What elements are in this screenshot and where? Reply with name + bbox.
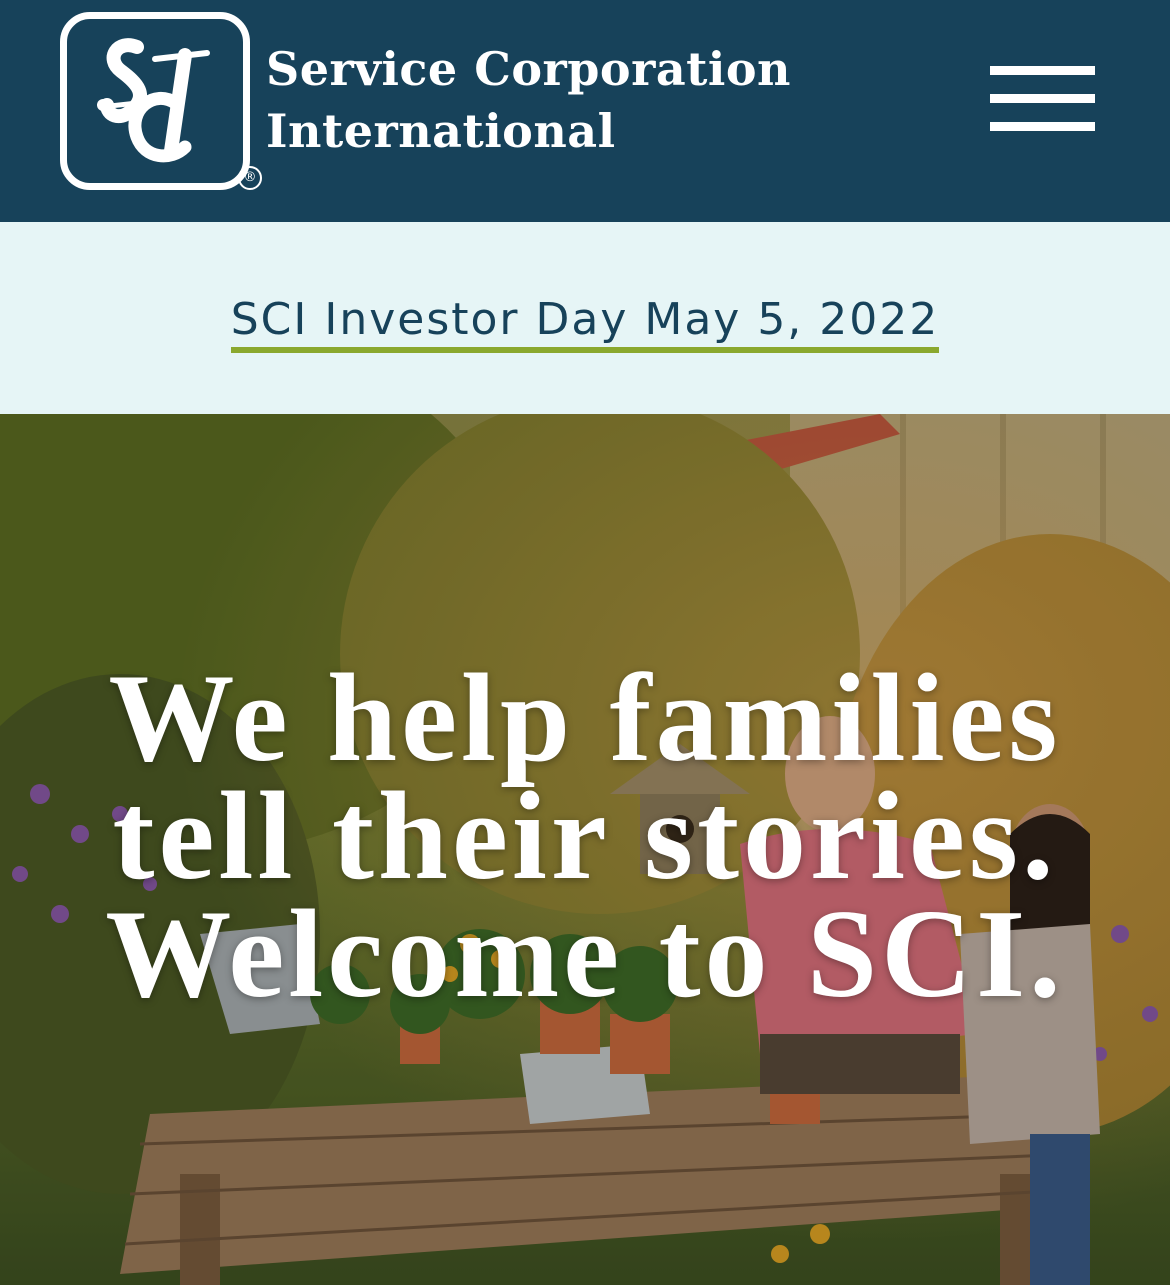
registered-mark: ®	[238, 166, 262, 190]
sci-monogram-icon	[97, 38, 210, 163]
investor-day-link[interactable]: SCI Investor Day May 5, 2022	[230, 294, 940, 353]
hamburger-bar	[990, 122, 1095, 131]
hamburger-bar	[990, 94, 1095, 103]
announcement-banner: SCI Investor Day May 5, 2022	[0, 222, 1170, 414]
hero-headline-line1: We help families	[108, 649, 1062, 788]
hero-headline: We help families tell their stories. Wel…	[0, 649, 1170, 1024]
hero-headline-line2: tell their stories.	[112, 767, 1058, 906]
hamburger-menu-icon	[990, 66, 1095, 75]
brand-name-line2: International	[266, 104, 616, 158]
hamburger-menu-button[interactable]	[980, 56, 1105, 146]
hero-section: We help families tell their stories. Wel…	[0, 414, 1170, 1285]
site-header: ® Service Corporation International	[0, 0, 1170, 222]
sci-logo[interactable]	[60, 12, 250, 190]
investor-day-link-wrapper: SCI Investor Day May 5, 2022	[0, 294, 1170, 353]
hero-headline-line3: Welcome to SCI.	[105, 885, 1065, 1024]
brand-name-line1: Service Corporation	[266, 42, 791, 96]
